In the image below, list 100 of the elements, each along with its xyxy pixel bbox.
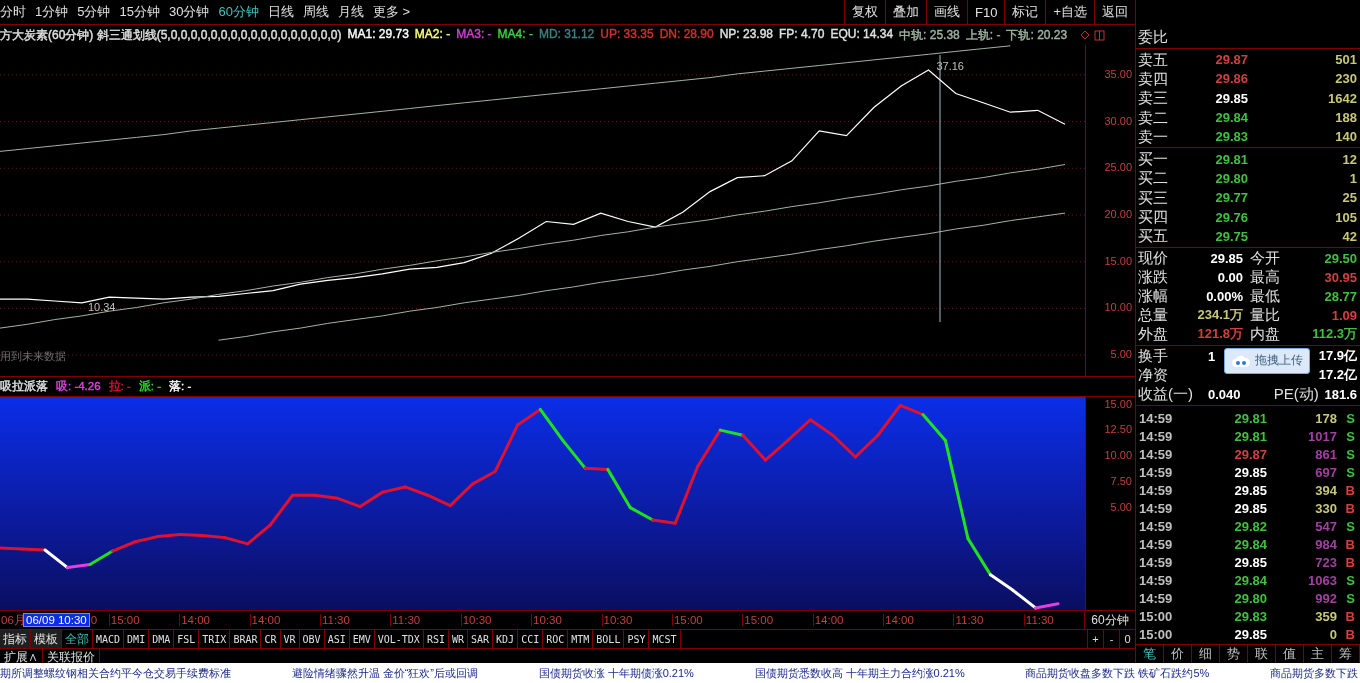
indicator-tab[interactable]: 模板 [31,630,62,648]
news-headline[interactable]: 避险情绪骤然升温 金价“狂欢”后或回调 [291,665,478,681]
indicator-legend: 拉: - [108,379,131,394]
indicator-tab[interactable]: ROC [543,630,569,648]
trade-price: 29.87 [1233,447,1267,463]
trade-side: B [1344,501,1356,517]
stat-value: 234.1万 [1196,306,1244,325]
indicator-tab[interactable]: CCI [518,630,544,648]
y-axis-label: 25.00 [1104,161,1132,175]
y-axis-label: 15.00 [1104,254,1132,268]
indicator-legend: MA4: - [497,26,533,44]
window-icon[interactable] [1094,29,1105,41]
trade-volume: 547 [1314,519,1337,535]
stat-label: 现价 [1137,249,1169,268]
trade-time: 14:59 [1138,537,1174,553]
trade-time: 14:59 [1138,447,1174,463]
trade-time: 14:59 [1138,573,1174,589]
time-axis-label: 11:30 [390,614,461,626]
bid-price: 29.75 [1214,228,1248,244]
stat-value: 0.040 [1208,386,1241,402]
trade-side: B [1344,627,1356,643]
trade-volume: 359 [1314,609,1337,625]
news-headline[interactable]: 商品期货多数下跌 [1270,665,1358,681]
indicator-legend: DN: 28.90 [659,26,714,44]
y-axis-label: 10.00 [1104,301,1132,315]
indicator-tab[interactable]: EMV [349,630,375,648]
indicator-tab[interactable]: BRAR [230,630,262,648]
indicator-tab[interactable]: SAR [468,630,494,648]
indicator-tab[interactable]: DMI [124,630,150,648]
period-tab[interactable]: 15分钟 [119,3,160,21]
indicator-tab[interactable]: BOLL [593,630,625,648]
period-tab[interactable]: 1分钟 [35,3,69,21]
indicator-tab[interactable]: VR [280,630,300,648]
time-axis-label: 14:00 [883,614,954,626]
period-tab[interactable]: 30分钟 [168,3,210,21]
ask-label: 卖三 [1137,89,1169,108]
trade-price: 29.84 [1233,573,1267,589]
indicator-tab[interactable]: MACD [93,630,125,648]
stat-value: 17.2亿 [1318,367,1357,383]
indicator-tab[interactable]: PSY [624,630,650,648]
bid-volume: 42 [1341,228,1358,244]
news-headline[interactable]: 商品期货收盘多数下跌 铁矿石跌约5% [1025,665,1210,681]
ask-volume: 1642 [1327,90,1358,106]
ask-price: 29.83 [1214,129,1248,145]
diamond-icon[interactable] [1080,29,1090,40]
trade-price: 29.81 [1233,411,1267,427]
indicator-tab[interactable]: OBV [299,630,325,648]
trade-volume: 861 [1314,447,1337,463]
indicator-tab[interactable]: MTM [568,630,594,648]
indicator-tab[interactable]: MCST [649,630,681,648]
bid-volume: 25 [1341,190,1358,206]
indicator-tab[interactable]: DMA [149,630,175,648]
period-tab[interactable]: 5分钟 [77,3,111,21]
trade-volume: 330 [1314,501,1337,517]
period-tab[interactable]: 分时 [0,3,26,21]
indicator-tab[interactable]: RSI [423,630,449,648]
period-tab[interactable]: 日线 [267,3,294,21]
news-headline[interactable]: 国债期货收涨 十年期债涨0.21% [538,665,694,681]
ask-label: 卖一 [1137,127,1169,146]
trade-time: 14:59 [1138,519,1174,535]
cursor-time-label: 06/09 10:30 [23,613,90,627]
indicator-legend: UP: 33.35 [600,26,654,44]
y-axis-label: 12.50 [1104,423,1132,437]
bid-volume: 105 [1334,209,1358,225]
trade-volume: 697 [1314,465,1337,481]
upload-button[interactable]: 拖拽上传 [1224,347,1310,374]
indicator-legend: MA3: - [456,26,492,44]
trade-volume: 984 [1314,537,1337,553]
trade-time: 14:59 [1138,429,1174,445]
bid-label: 买三 [1137,188,1169,207]
bid-price: 29.81 [1214,151,1248,167]
trade-price: 29.85 [1233,465,1267,481]
y-axis-label: 35.00 [1104,67,1132,81]
ask-label: 卖五 [1137,50,1169,69]
news-headline[interactable]: 期所调整螺纹钢相关合约平今仓交易手续费标准 [0,665,231,681]
stat-value: 0.00% [1205,288,1244,304]
indicator-legend: 派: - [138,379,162,394]
period-tab[interactable]: 月线 [337,3,364,21]
time-axis-label: 14:00 [249,614,320,626]
period-label: 60分钟 [1084,611,1135,629]
indicator-tab[interactable]: CR [261,630,281,648]
indicator-tab[interactable]: FSL [174,630,200,648]
time-axis-label: 10:30 [601,614,672,626]
trade-time: 14:59 [1138,501,1174,517]
period-tab[interactable]: 周线 [302,3,329,21]
y-axis-label: 5.00 [1110,500,1132,514]
trade-price: 29.80 [1233,591,1267,607]
trade-time: 14:59 [1138,465,1174,481]
indicator-tab[interactable]: WR [448,630,468,648]
period-tab[interactable]: 60分钟 [218,3,259,21]
indicator-tab[interactable]: KDJ [493,630,519,648]
bid-price: 29.76 [1214,209,1248,225]
news-headline[interactable]: 国债期货悉数收高 十年期主力合约涨0.21% [754,665,965,681]
bid-label: 买一 [1137,150,1169,169]
indicator-tab[interactable]: TRIX [199,630,231,648]
indicator-tab[interactable]: 全部 [62,630,93,648]
period-tab[interactable]: 更多 > [372,3,411,21]
indicator-tab[interactable]: VOL-TDX [374,630,424,648]
indicator-tab[interactable]: ASI [324,630,350,648]
indicator-tab[interactable]: 指标 [0,630,31,648]
